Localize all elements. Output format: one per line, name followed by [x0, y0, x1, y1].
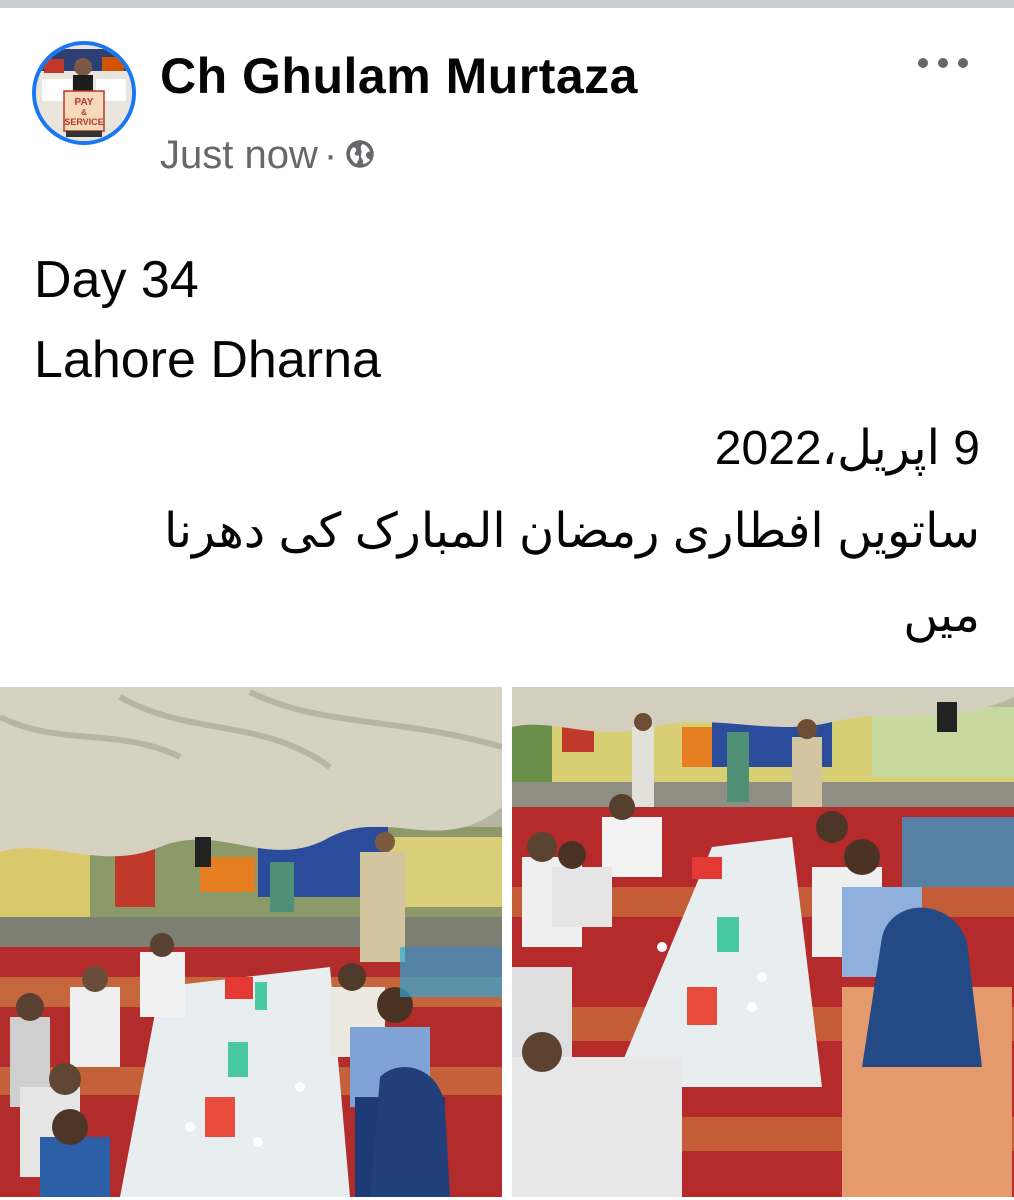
meta-separator: ·	[323, 133, 338, 177]
post-photo-left[interactable]	[0, 687, 502, 1197]
urdu-text: 9 اپریل،2022 ساتویں افطاری رمضان المبارک…	[34, 408, 980, 658]
more-dot	[918, 58, 928, 68]
svg-text:PAY: PAY	[75, 97, 94, 108]
more-dot	[958, 58, 968, 68]
svg-text:&: &	[81, 108, 87, 117]
svg-text:SERVICE: SERVICE	[64, 117, 103, 127]
more-options-icon[interactable]	[918, 53, 968, 73]
timestamp[interactable]: Just now	[160, 133, 318, 178]
avatar-image: PAY & SERVICE	[36, 45, 132, 141]
globe-icon[interactable]	[345, 139, 375, 169]
urdu-line: میں	[903, 589, 980, 642]
post-text-line: Lahore Dharna	[34, 331, 381, 389]
author-name[interactable]: Ch Ghulam Murtaza	[160, 47, 638, 105]
top-divider	[0, 0, 1014, 8]
post-text-line: Day 34	[34, 251, 199, 309]
post-text: Day 34 Lahore Dharna 9 اپریل،2022 ساتویں…	[34, 240, 980, 658]
urdu-date: 9 اپریل،2022	[714, 422, 980, 475]
urdu-line: ساتویں افطاری رمضان المبارک کی دھرنا	[164, 505, 980, 558]
author-avatar[interactable]: PAY & SERVICE	[32, 41, 136, 145]
more-dot	[938, 58, 948, 68]
post-meta: Just now ·	[160, 133, 375, 178]
post-photo-right[interactable]	[512, 687, 1014, 1197]
